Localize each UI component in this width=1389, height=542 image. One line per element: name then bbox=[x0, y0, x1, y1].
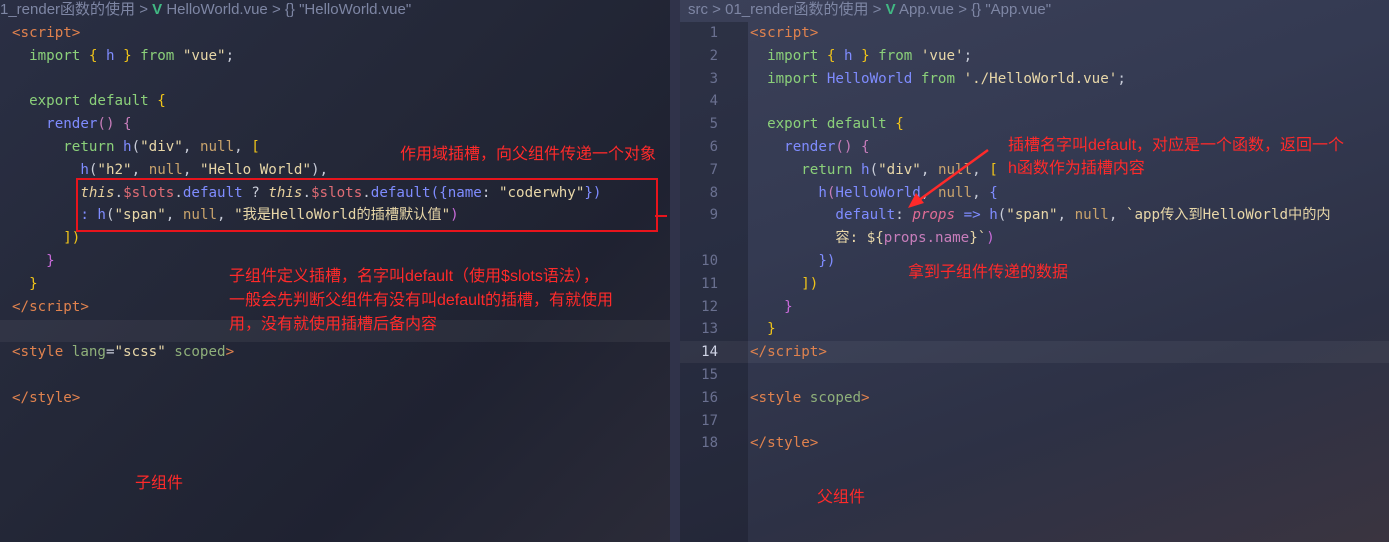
code-text: } bbox=[12, 250, 55, 273]
code-text: render() { bbox=[12, 113, 132, 136]
code-token: from bbox=[140, 47, 183, 64]
code-token: null bbox=[199, 138, 235, 155]
code-token: { bbox=[123, 116, 132, 133]
pane-divider[interactable] bbox=[670, 0, 680, 542]
annotation-define-slot-3: 用，没有就使用插槽后备内容 bbox=[229, 316, 438, 333]
code-token: { bbox=[88, 47, 106, 64]
code-line[interactable]: import { h } from "vue"; bbox=[0, 45, 670, 68]
code-token: </style> bbox=[12, 389, 81, 406]
code-line[interactable]: render() { bbox=[0, 113, 670, 136]
code-token: render bbox=[12, 116, 98, 133]
annotation-slot-name-1: 插槽名字叫default，对应是一个函数，返回一个 bbox=[1008, 137, 1345, 154]
code-token: "scss" bbox=[114, 344, 166, 361]
code-token: { bbox=[157, 93, 166, 110]
code-token: > bbox=[225, 344, 235, 361]
code-token: } bbox=[12, 275, 38, 292]
breadcrumb-file[interactable]: HelloWorld.vue bbox=[166, 1, 267, 18]
code-token: scoped bbox=[165, 344, 226, 361]
breadcrumb: 1_render函数的使用 > V HelloWorld.vue > {} "H… bbox=[0, 0, 670, 22]
code-token: , bbox=[182, 161, 200, 178]
vue-icon: V bbox=[152, 1, 163, 18]
code-text: ]) bbox=[12, 227, 80, 250]
annotation-child-label: 子组件 bbox=[135, 475, 184, 492]
code-token: ), bbox=[311, 161, 329, 178]
code-token: = bbox=[105, 344, 115, 361]
code-token: , bbox=[234, 138, 252, 155]
code-line[interactable] bbox=[0, 364, 670, 387]
code-token: import bbox=[12, 47, 89, 64]
code-token: export default bbox=[12, 93, 158, 110]
code-line[interactable] bbox=[0, 68, 670, 91]
code-token: "vue" bbox=[182, 47, 226, 64]
code-token: <script> bbox=[12, 25, 81, 41]
highlight-box bbox=[76, 178, 658, 232]
annotation-define-slot-1: 子组件定义插槽，名字叫default（使用$slots语法）， bbox=[229, 268, 599, 285]
code-text: return h("div", null, [ bbox=[12, 136, 260, 159]
code-token: "Hello World" bbox=[199, 161, 311, 178]
code-token: } bbox=[123, 47, 141, 64]
code-text: } bbox=[12, 273, 38, 296]
code-text: </style> bbox=[12, 387, 80, 410]
code-token: , bbox=[182, 138, 200, 155]
code-token: h bbox=[12, 161, 89, 178]
chevron-right-icon: > bbox=[271, 1, 281, 18]
code-token: h bbox=[123, 138, 132, 155]
code-token: ]) bbox=[12, 230, 81, 247]
code-token: } bbox=[12, 252, 55, 269]
right-editor-pane: src > 01_render函数的使用 > V App.vue > {} "A… bbox=[680, 0, 1389, 542]
code-token: [ bbox=[251, 138, 260, 155]
code-text: </script> bbox=[12, 296, 89, 319]
annotation-define-slot-2: 一般会先判断父组件有没有叫default的插槽，有就使用 bbox=[229, 292, 614, 309]
code-token: </script> bbox=[12, 298, 89, 315]
code-line[interactable]: export default { bbox=[0, 90, 670, 113]
braces-icon: {} bbox=[284, 1, 295, 18]
code-text: export default { bbox=[12, 90, 166, 113]
code-token: null bbox=[148, 161, 183, 178]
code-text: <style lang="scss" scoped> bbox=[12, 341, 234, 364]
code-line[interactable]: </style> bbox=[0, 387, 670, 410]
code-token: h bbox=[105, 47, 124, 64]
annotation-mark bbox=[655, 215, 667, 217]
code-token: "div" bbox=[140, 138, 183, 155]
code-token: ( bbox=[131, 138, 141, 155]
code-token: ; bbox=[225, 47, 235, 64]
code-token: <style bbox=[12, 344, 72, 361]
annotation-slot-name-2: h函数作为插槽内容 bbox=[1008, 160, 1145, 177]
code-text: <script> bbox=[12, 22, 80, 45]
breadcrumb-folder[interactable]: 1_render函数的使用 bbox=[0, 1, 135, 18]
code-token: () bbox=[97, 116, 124, 133]
code-token: return bbox=[12, 138, 124, 155]
code-text: import { h } from "vue"; bbox=[12, 45, 234, 68]
code-token: lang bbox=[71, 344, 106, 361]
code-line[interactable]: <style lang="scss" scoped> bbox=[0, 341, 670, 364]
code-token: , bbox=[131, 161, 149, 178]
annotation-parent-label: 父组件 bbox=[817, 489, 866, 506]
code-line[interactable]: <script> bbox=[0, 22, 670, 45]
annotation-get-data: 拿到子组件传递的数据 bbox=[908, 264, 1069, 281]
breadcrumb-symbol[interactable]: "HelloWorld.vue" bbox=[299, 1, 411, 18]
annotation-scoped-slot: 作用域插槽，向父组件传递一个对象 bbox=[400, 146, 657, 163]
left-editor-pane: 1_render函数的使用 > V HelloWorld.vue > {} "H… bbox=[0, 0, 670, 542]
chevron-right-icon: > bbox=[139, 1, 148, 18]
code-token: "h2" bbox=[97, 161, 132, 178]
